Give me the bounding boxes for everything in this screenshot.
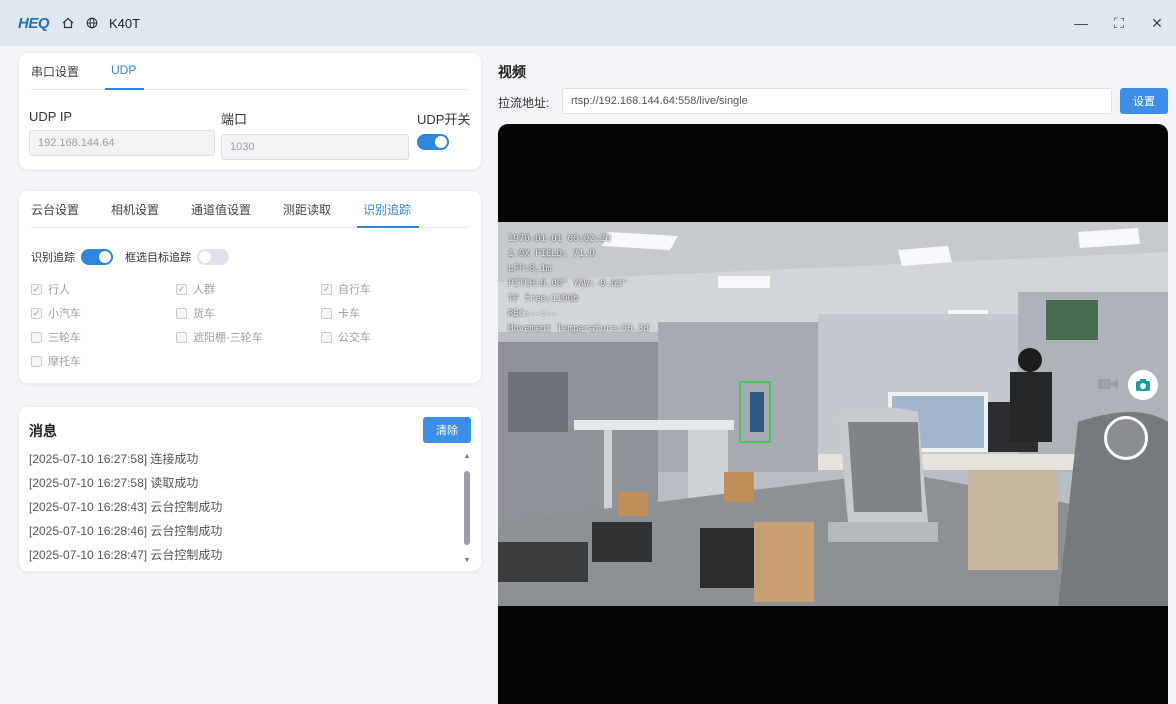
- video-player[interactable]: 1970-01-01 00:02:20 1.0X FIELD: 71.0 LFP…: [498, 124, 1168, 704]
- home-icon[interactable]: [59, 14, 77, 32]
- list-item: [2025-07-10 16:28:43] 云台控制成功: [29, 500, 223, 514]
- tracking-toggles: 识别追踪 框选目标追踪: [31, 249, 229, 265]
- port-label: 端口: [221, 112, 248, 127]
- tab-ranging[interactable]: 测距读取: [283, 191, 345, 227]
- stream-url-input[interactable]: rtsp://192.168.144.64:558/live/single: [562, 88, 1112, 114]
- scroll-thumb[interactable]: [464, 471, 470, 545]
- recognize-switch[interactable]: [81, 249, 113, 265]
- message-scrollbar[interactable]: ▲ ▼: [463, 453, 471, 565]
- list-item: [2025-07-10 16:27:58] 读取成功: [29, 476, 199, 490]
- osd-rec: REC:--:--: [508, 309, 557, 319]
- tab-tracking[interactable]: 识别追踪: [357, 191, 425, 228]
- checkbox-truck[interactable]: 卡车: [321, 305, 466, 321]
- udp-panel: 串口设置 UDP UDP IP 192.168.144.64 端口 1030 U…: [18, 52, 482, 170]
- osd-temperature: Movement Temperature:56.38: [508, 324, 649, 334]
- video-title: 视频: [498, 64, 526, 80]
- checkbox-awning-tricycle[interactable]: 遮阳棚-三轮车: [176, 329, 321, 345]
- checkbox-tricycle[interactable]: 三轮车: [31, 329, 176, 345]
- udp-ip-field[interactable]: 192.168.144.64: [29, 130, 215, 156]
- scroll-up-icon[interactable]: ▲: [463, 453, 471, 461]
- message-title: 消息: [29, 423, 57, 439]
- message-list: [2025-07-10 16:27:58] 连接成功 [2025-07-10 1…: [29, 447, 459, 567]
- snapshot-button[interactable]: [1128, 370, 1158, 400]
- tab-serial[interactable]: 串口设置: [31, 53, 93, 89]
- udp-switch-label: UDP开关: [417, 112, 471, 127]
- tab-camera[interactable]: 相机设置: [111, 191, 173, 227]
- tracking-panel: 云台设置 相机设置 通道值设置 测距读取 识别追踪 识别追踪 框选目标追踪 ✓ 行…: [18, 190, 482, 384]
- udp-tabs: 串口设置 UDP: [31, 53, 469, 90]
- udp-ip-label: UDP IP: [29, 109, 73, 124]
- set-button[interactable]: 设置: [1120, 88, 1168, 114]
- osd-storage: TF free:119Gb: [508, 294, 579, 304]
- check-icon: ✓: [176, 283, 187, 295]
- minimize-button[interactable]: —: [1062, 0, 1100, 46]
- close-button[interactable]: ✕: [1138, 0, 1176, 46]
- osd-range: LFP:8.1m: [508, 264, 552, 274]
- check-icon: ✓: [31, 307, 42, 319]
- checkbox-car[interactable]: ✓ 小汽车: [31, 305, 176, 321]
- scroll-down-icon[interactable]: ▼: [463, 557, 471, 565]
- box-track-label: 框选目标追踪: [125, 252, 191, 264]
- globe-icon[interactable]: [83, 14, 101, 32]
- osd-timestamp: 1970-01-01 00:02:20: [508, 234, 611, 244]
- tab-channel[interactable]: 通道值设置: [191, 191, 265, 227]
- checkbox-crowd[interactable]: ✓ 人群: [176, 281, 321, 297]
- tab-gimbal[interactable]: 云台设置: [31, 191, 93, 227]
- video-osd: 1970-01-01 00:02:20 1.0X FIELD: 71.0 LFP…: [508, 232, 649, 337]
- checkbox-bus[interactable]: 公交车: [321, 329, 466, 345]
- checkbox-pedestrian[interactable]: ✓ 行人: [31, 281, 176, 297]
- app-logo: HEQ: [18, 14, 50, 32]
- tab-udp[interactable]: UDP: [104, 53, 150, 90]
- maximize-button[interactable]: ⛶: [1100, 0, 1138, 46]
- record-button[interactable]: [1104, 416, 1148, 460]
- title-bar: HEQ K40T — ⛶ ✕: [0, 0, 1176, 46]
- class-checkboxes: ✓ 行人 ✓ 人群 ✓ 自行车 ✓ 小汽车 货车 卡车 三轮车 遮阳棚-三轮车 公交车 …: [31, 277, 471, 373]
- recognize-label: 识别追踪: [31, 252, 75, 264]
- video-camera-icon[interactable]: [1096, 376, 1120, 392]
- message-panel: 消息 清除 [2025-07-10 16:27:58] 连接成功 [2025-0…: [18, 406, 482, 572]
- clear-button[interactable]: 清除: [423, 417, 471, 443]
- device-title: K40T: [109, 15, 141, 31]
- list-item: [2025-07-10 16:28:47] 云台控制成功: [29, 548, 223, 562]
- check-icon: ✓: [321, 283, 332, 295]
- osd-attitude: PITCH:0.00° YAW:-0.63°: [508, 279, 628, 289]
- check-icon: ✓: [31, 283, 42, 295]
- udp-switch[interactable]: [417, 134, 449, 150]
- checkbox-van[interactable]: 货车: [176, 305, 321, 321]
- camera-icon: [1136, 379, 1150, 391]
- box-track-switch[interactable]: [197, 249, 229, 265]
- settings-tabs: 云台设置 相机设置 通道值设置 测距读取 识别追踪: [31, 191, 469, 228]
- checkbox-bicycle[interactable]: ✓ 自行车: [321, 281, 466, 297]
- checkbox-motorcycle[interactable]: 摩托车: [31, 353, 176, 369]
- osd-zoom-field: 1.0X FIELD: 71.0: [508, 249, 595, 259]
- list-item: [2025-07-10 16:28:46] 云台控制成功: [29, 524, 223, 538]
- stream-url-label: 拉流地址:: [498, 96, 550, 110]
- list-item: [2025-07-10 16:27:58] 连接成功: [29, 452, 199, 466]
- port-field[interactable]: 1030: [221, 134, 409, 160]
